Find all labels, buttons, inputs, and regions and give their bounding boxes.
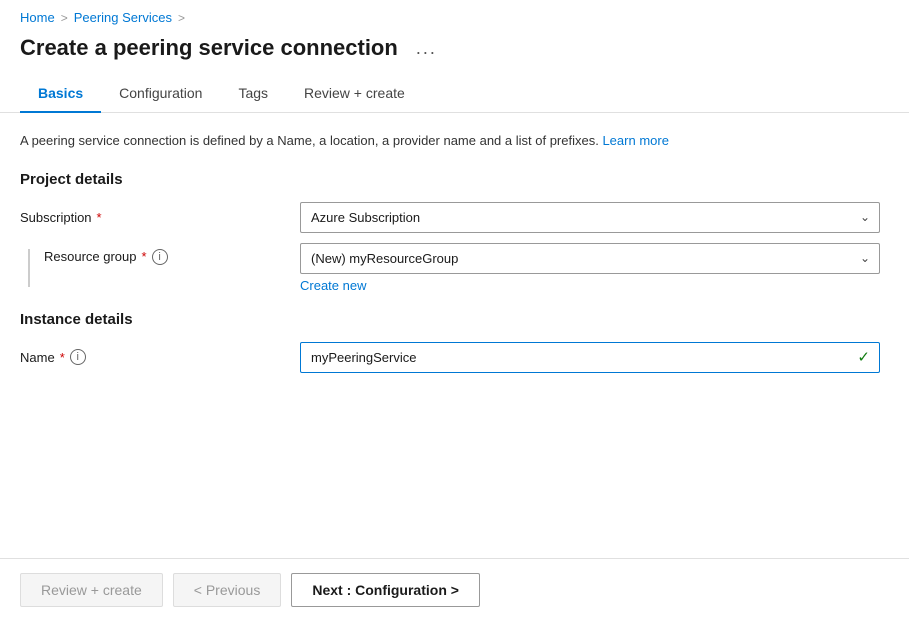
- breadcrumb-sep-2: >: [178, 11, 185, 25]
- name-label: Name * i: [20, 349, 280, 365]
- indent-line: [28, 249, 30, 287]
- name-valid-icon: ✓: [857, 348, 870, 366]
- tab-basics[interactable]: Basics: [20, 75, 101, 113]
- subscription-required: *: [97, 210, 102, 225]
- info-text: A peering service connection is defined …: [20, 131, 889, 151]
- resource-group-label-row: Resource group * i: [20, 249, 280, 287]
- instance-details-title: Instance details: [20, 311, 889, 328]
- previous-button[interactable]: < Previous: [173, 573, 282, 607]
- resource-group-select-wrapper: (New) myResourceGroup ⌄: [300, 243, 880, 274]
- ellipsis-menu-button[interactable]: ...: [410, 36, 443, 61]
- resource-group-label: Resource group * i: [44, 249, 168, 265]
- breadcrumb-peering-services[interactable]: Peering Services: [74, 10, 172, 25]
- review-create-button[interactable]: Review + create: [20, 573, 163, 607]
- resource-group-required: *: [142, 249, 147, 264]
- instance-details-section: Instance details Name * i ✓: [20, 311, 889, 373]
- breadcrumb: Home > Peering Services >: [0, 0, 909, 31]
- next-button[interactable]: Next : Configuration >: [291, 573, 480, 607]
- name-input-wrapper: ✓: [300, 342, 880, 373]
- page-title: Create a peering service connection: [20, 35, 398, 61]
- tab-tags[interactable]: Tags: [220, 75, 286, 113]
- subscription-select-wrapper: Azure Subscription ⌄: [300, 202, 880, 233]
- name-input[interactable]: [300, 342, 880, 373]
- create-new-link[interactable]: Create new: [300, 278, 880, 293]
- project-details-section: Project details Subscription * Azure Sub…: [20, 171, 889, 293]
- resource-group-field-col: (New) myResourceGroup ⌄ Create new: [300, 243, 880, 293]
- tab-review-create[interactable]: Review + create: [286, 75, 423, 113]
- breadcrumb-sep-1: >: [61, 11, 68, 25]
- name-required: *: [60, 350, 65, 365]
- footer-bar: Review + create < Previous Next : Config…: [0, 558, 909, 621]
- tabs-row: Basics Configuration Tags Review + creat…: [0, 75, 909, 113]
- page-title-row: Create a peering service connection ...: [0, 31, 909, 75]
- project-details-title: Project details: [20, 171, 889, 188]
- resource-group-info-icon[interactable]: i: [152, 249, 168, 265]
- name-info-icon[interactable]: i: [70, 349, 86, 365]
- subscription-select[interactable]: Azure Subscription: [300, 202, 880, 233]
- resource-group-select[interactable]: (New) myResourceGroup: [300, 243, 880, 274]
- content-area: A peering service connection is defined …: [0, 113, 909, 558]
- breadcrumb-home[interactable]: Home: [20, 10, 55, 25]
- learn-more-link[interactable]: Learn more: [602, 133, 668, 148]
- tab-configuration[interactable]: Configuration: [101, 75, 220, 113]
- instance-details-form: Name * i ✓: [20, 342, 880, 373]
- project-details-form: Subscription * Azure Subscription ⌄ Reso…: [20, 202, 880, 293]
- subscription-label: Subscription *: [20, 210, 280, 225]
